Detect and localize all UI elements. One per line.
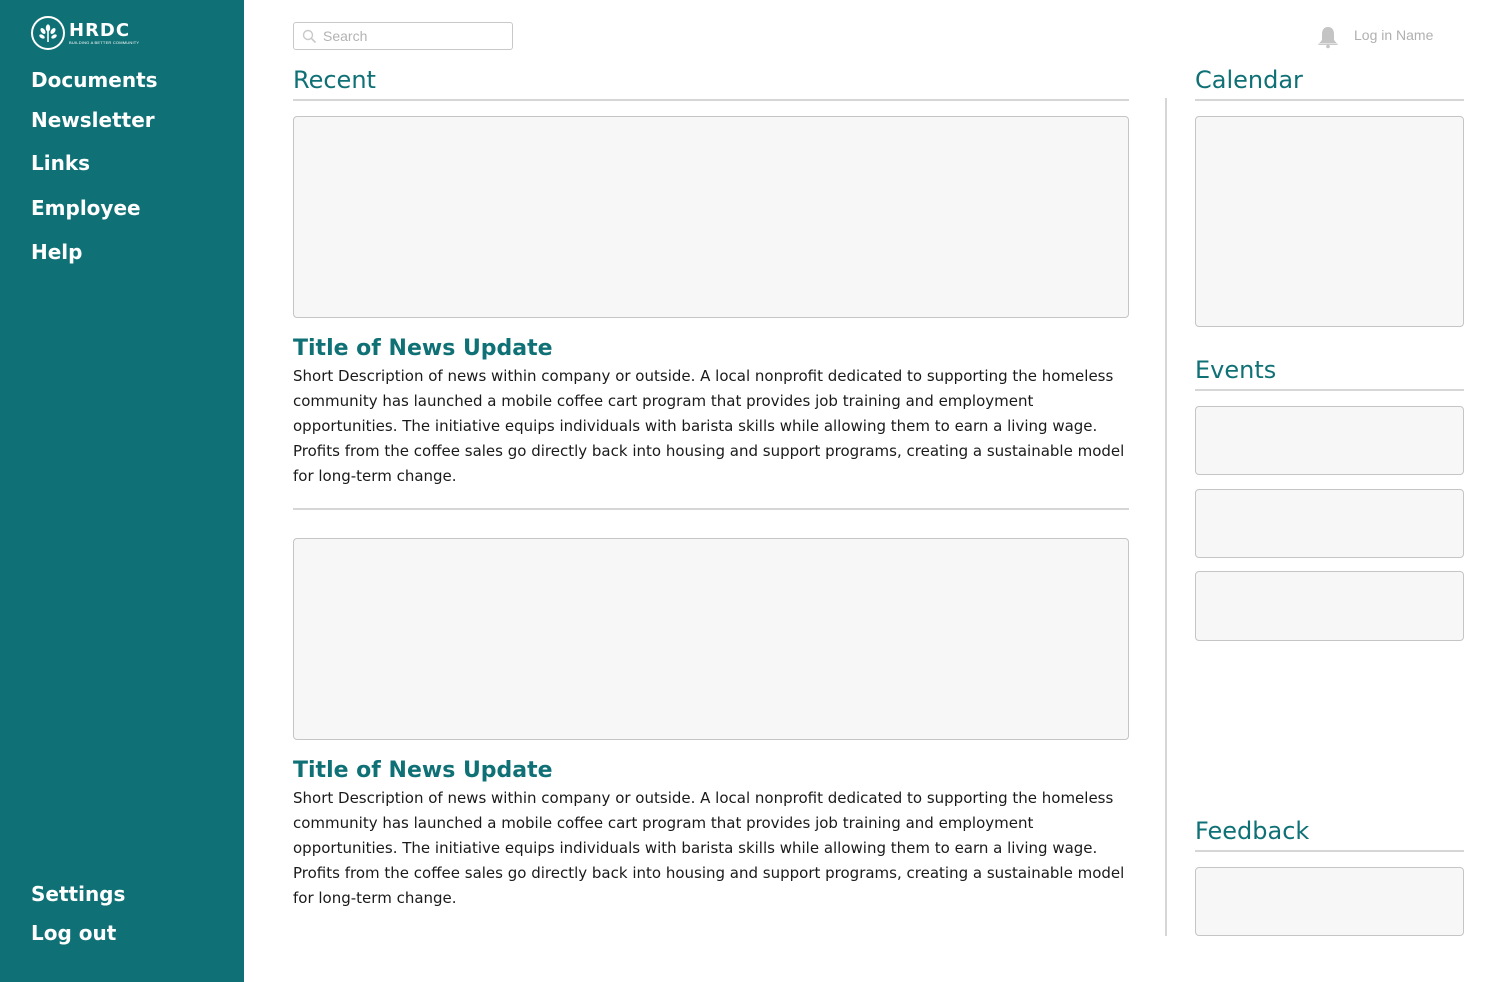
login-name-link[interactable]: Log in Name	[1354, 27, 1433, 43]
brand-tagline: BUILDING A BETTER COMMUNITY	[69, 39, 140, 45]
feedback-input[interactable]	[1195, 867, 1464, 936]
calendar-title-divider	[1195, 99, 1464, 101]
events-title-divider	[1195, 389, 1464, 391]
event-card[interactable]	[1195, 571, 1464, 641]
calendar-section-title: Calendar	[1195, 66, 1303, 94]
event-card[interactable]	[1195, 489, 1464, 558]
search-bar[interactable]	[293, 22, 513, 50]
news-divider	[293, 508, 1129, 510]
events-section-title: Events	[1195, 356, 1277, 384]
brand-logo[interactable]: HRDC BUILDING A BETTER COMMUNITY	[31, 16, 139, 50]
search-input[interactable]	[323, 28, 503, 44]
feedback-title-divider	[1195, 850, 1464, 852]
news-description: Short Description of news within company…	[293, 367, 1125, 485]
sidebar: HRDC BUILDING A BETTER COMMUNITY Documen…	[0, 0, 244, 982]
brand-name: HRDC	[69, 19, 131, 41]
news-image-placeholder[interactable]	[293, 116, 1129, 318]
sidebar-item-employee[interactable]: Employee	[31, 196, 141, 220]
sidebar-item-help[interactable]: Help	[31, 240, 82, 264]
event-card[interactable]	[1195, 406, 1464, 475]
column-divider	[1165, 98, 1167, 936]
search-icon	[302, 29, 317, 43]
news-description: Short Description of news within company…	[293, 789, 1125, 907]
recent-section-title: Recent	[293, 66, 376, 94]
bell-icon[interactable]	[1317, 25, 1339, 49]
sidebar-item-links[interactable]: Links	[31, 151, 90, 175]
calendar-widget[interactable]	[1195, 116, 1464, 327]
sidebar-item-documents[interactable]: Documents	[31, 68, 158, 92]
sidebar-item-logout[interactable]: Log out	[31, 921, 116, 945]
news-title[interactable]: Title of News Update	[293, 336, 553, 362]
sidebar-item-newsletter[interactable]: Newsletter	[31, 108, 155, 132]
feedback-section-title: Feedback	[1195, 817, 1310, 845]
news-image-placeholder[interactable]	[293, 538, 1129, 740]
recent-title-divider	[293, 99, 1129, 101]
sidebar-item-settings[interactable]: Settings	[31, 882, 125, 906]
tree-logo-icon	[31, 16, 65, 50]
news-title[interactable]: Title of News Update	[293, 758, 553, 784]
